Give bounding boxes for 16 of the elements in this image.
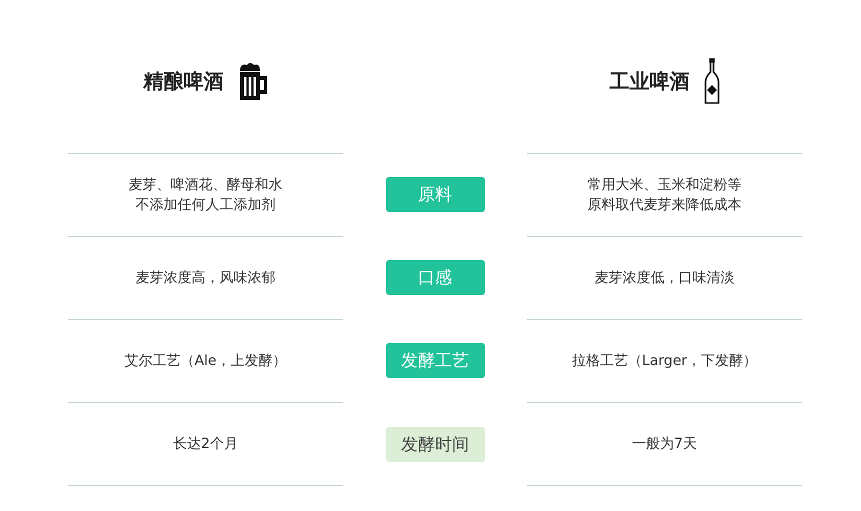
comparison-text: 常用大米、玉米和淀粉等 原料取代麦芽来降低成本 <box>527 153 802 236</box>
category-label: 口感 <box>386 260 484 295</box>
category-label: 发酵工艺 <box>386 343 484 378</box>
category-label: 发酵时间 <box>386 426 484 462</box>
comparison-text: 艾尔工艺（Ale，上发酵） <box>68 319 343 402</box>
column-heading: 精酿啤酒 <box>144 68 224 94</box>
comparison-text: 麦芽浓度高，风味浓郁 <box>68 236 343 319</box>
category-label: 原料 <box>386 177 484 212</box>
comparison-text: 麦芽、啤酒花、酵母和水 不添加任何人工添加剂 <box>68 153 343 236</box>
bottle-icon <box>704 58 720 104</box>
comparison-text: 麦芽浓度低，口味清淡 <box>527 236 802 319</box>
column-heading: 工业啤酒 <box>610 68 690 94</box>
beer-mug-icon <box>238 61 268 101</box>
comparison-text: 一般为7天 <box>527 402 802 486</box>
comparison-text: 长达2个月 <box>68 402 343 486</box>
comparison-text: 拉格工艺（Larger，下发酵） <box>527 319 802 402</box>
